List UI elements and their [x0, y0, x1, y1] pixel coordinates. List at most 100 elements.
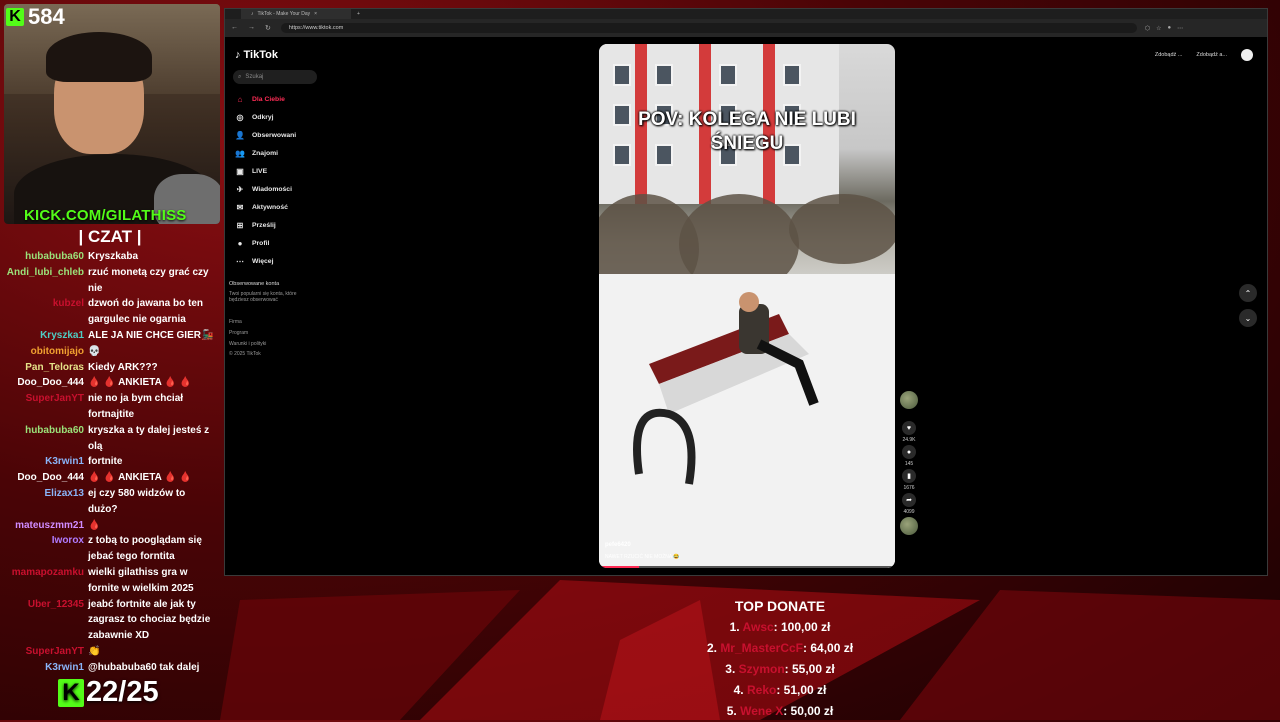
address-bar: ← → ↻ https://www.tiktok.com ⬡ ☆ ● ⋯: [225, 19, 1267, 37]
video-player[interactable]: POV: KOLEGA NIE LUBI ŚNIEGU pefe6420 NAW…: [599, 44, 895, 568]
tiktok-note-icon: ♪: [235, 49, 241, 61]
followed-note: Twoi popularni się konta, które będziesz…: [229, 291, 297, 303]
next-video-button[interactable]: ⌄: [1239, 309, 1257, 327]
chat-text: z tobą to pooglądam się jebać tego fornt…: [88, 535, 202, 563]
chat-text: ej czy 580 widzów to dużo?: [88, 487, 186, 515]
top-donate-panel: TOP DONATE 1. Awsc: 100,00 zł 2. Mr_Maste…: [660, 598, 900, 722]
chat-username: Doo_Doo_444: [17, 472, 84, 484]
save-button[interactable]: ▮: [902, 469, 916, 483]
chat-message: kubzel dzwoń do jawana bo ten gargulec ni…: [0, 296, 222, 328]
video-username[interactable]: pefe6420: [605, 542, 631, 548]
profile-icon[interactable]: ●: [1168, 25, 1172, 32]
chat-text: @hubabuba60 tak dalej: [88, 661, 200, 673]
reload-icon[interactable]: ↻: [265, 24, 271, 32]
close-tab-icon[interactable]: ×: [314, 11, 317, 17]
donate-name: Awsc: [742, 620, 774, 634]
nav-item-aktywność[interactable]: ✉ Aktywność: [235, 202, 288, 212]
like-button[interactable]: ♥: [902, 421, 916, 435]
chat-text: ALE JA NIE CHCE GIER🚂: [88, 329, 214, 341]
chat-username: K3rwin1: [45, 456, 84, 468]
chat-text: Kryszkaba: [88, 251, 139, 262]
tiktok-logo[interactable]: ♪ TikTok: [235, 49, 278, 61]
chat-username: hubabuba60: [25, 424, 84, 436]
chat-text: rzuć monetą czy grać czy nie: [88, 266, 209, 294]
get-desktop-app-button[interactable]: Zdobądź a...: [1196, 52, 1227, 58]
extensions-icon[interactable]: ⬡: [1145, 25, 1150, 32]
chat-username: SuperJanYT: [25, 393, 84, 405]
donate-rank: 5.: [726, 704, 737, 718]
profile-avatar[interactable]: [1241, 49, 1253, 61]
tab-bar: ♪ TikTok - Make Your Day × +: [225, 9, 1267, 19]
chat-text: wielki gilathiss gra w fornite w wielkim…: [88, 566, 194, 594]
previous-video-button[interactable]: ⌃: [1239, 284, 1257, 302]
chat-text: kryszka a ty dalej jesteś z olą: [88, 424, 210, 452]
chat-message: hubabuba60 kryszka a ty dalej jesteś z ol…: [0, 423, 222, 455]
nav-item-wiadomości[interactable]: ✈ Wiadomości: [235, 184, 292, 194]
chevron-down-icon: ⌄: [1244, 313, 1252, 323]
chat-message: SuperJanYT nie no ja bym chciał fortnajti…: [0, 391, 222, 423]
viewer-count: K 584: [6, 4, 65, 30]
nav-item-odkryj[interactable]: ◎ Odkryj: [235, 112, 274, 122]
get-app-button[interactable]: Zdobądź ...: [1155, 52, 1183, 58]
donate-entry: 4. Reko: 51,00 zł: [660, 680, 900, 701]
chat-text: 🩸 🩸 ANKIETA 🩸 🩸: [88, 472, 192, 484]
chat-username: Doo_Doo_444: [17, 377, 84, 389]
donate-amount: : 51,00 zł: [776, 683, 827, 697]
url-input[interactable]: https://www.tiktok.com: [280, 23, 1137, 33]
chat-title: | CZAT |: [78, 227, 142, 246]
nav-item-label: LIVE: [252, 167, 268, 175]
kick-logo-icon: K: [58, 678, 84, 707]
sound-disc[interactable]: [900, 517, 918, 535]
search-placeholder: Szukaj: [245, 74, 264, 80]
donate-rank: 4.: [733, 683, 744, 697]
footer-link-firma[interactable]: Firma: [229, 319, 242, 325]
donate-rank: 2.: [706, 641, 717, 655]
chat-username: Kryszka1: [40, 329, 84, 341]
chat-username: K3rwin1: [45, 661, 84, 673]
nav-item-prześlij[interactable]: ⊞ Prześlij: [235, 220, 276, 230]
nav-item-obserwowani[interactable]: 👤 Obserwowani: [235, 130, 296, 140]
nav-item-znajomi[interactable]: 👥 Znajomi: [235, 148, 278, 158]
chat-username: Iworox: [51, 535, 84, 547]
chat-list: hubabuba60 Kryszkaba Andi_lubi_chleb rzuć m…: [0, 249, 222, 676]
back-icon[interactable]: ←: [231, 24, 238, 32]
profile-icon: ●: [237, 238, 243, 248]
creator-avatar[interactable]: [900, 391, 918, 409]
chat-username: Elizax13: [44, 487, 84, 499]
chat-username: Pan_Teloras: [25, 361, 84, 373]
activity-icon: ✉: [236, 202, 244, 212]
tab-title: TikTok - Make Your Day: [257, 11, 311, 17]
comment-button[interactable]: ●: [902, 445, 916, 459]
top-donate-title: TOP DONATE: [734, 598, 826, 614]
chat-username: kubzel: [52, 298, 84, 310]
nav-item-profil[interactable]: ● Profil: [235, 238, 270, 248]
chat-message: Iworox z tobą to pooglądam się jebać tego…: [0, 533, 222, 565]
chat-message: Kryszka1 ALE JA NIE CHCE GIER🚂: [0, 328, 222, 344]
favorites-icon[interactable]: ☆: [1156, 25, 1161, 32]
video-progress-bar[interactable]: [599, 566, 895, 568]
share-count: 4099: [903, 509, 915, 515]
nav-item-dla-ciebie[interactable]: ⌂ Dla Ciebie: [235, 94, 285, 104]
search-input[interactable]: ⌕ Szukaj: [233, 70, 317, 84]
chat-text: Kiedy ARK???: [88, 361, 158, 373]
nav-item-więcej[interactable]: ⋯ Więcej: [235, 256, 273, 266]
chat-message: Elizax13 ej czy 580 widzów to dużo?: [0, 486, 222, 518]
donate-amount: : 100,00 zł: [773, 620, 831, 634]
forward-icon[interactable]: →: [248, 24, 255, 32]
chat-username: hubabuba60: [25, 251, 84, 262]
footer-link-terms[interactable]: Warunki i polityki: [229, 341, 266, 347]
footer-copyright: © 2025 TikTok: [229, 351, 261, 357]
nav-item-live[interactable]: ▣ LIVE: [235, 166, 267, 176]
menu-icon[interactable]: ⋯: [1177, 25, 1183, 32]
chat-message: K3rwin1 fortnite: [0, 454, 222, 470]
goal-counter-value: 22/25: [86, 676, 159, 708]
new-tab-icon[interactable]: +: [357, 11, 360, 17]
nav-item-label: Dla Ciebie: [252, 95, 285, 103]
upload-icon: ⊞: [236, 220, 244, 230]
friends-icon: 👥: [235, 148, 245, 158]
search-icon: ⌕: [238, 73, 242, 80]
nav-item-label: Profil: [252, 239, 270, 247]
browser-tab[interactable]: ♪ TikTok - Make Your Day ×: [241, 9, 351, 19]
share-button[interactable]: ➦: [902, 493, 916, 507]
footer-link-program[interactable]: Program: [229, 330, 248, 336]
